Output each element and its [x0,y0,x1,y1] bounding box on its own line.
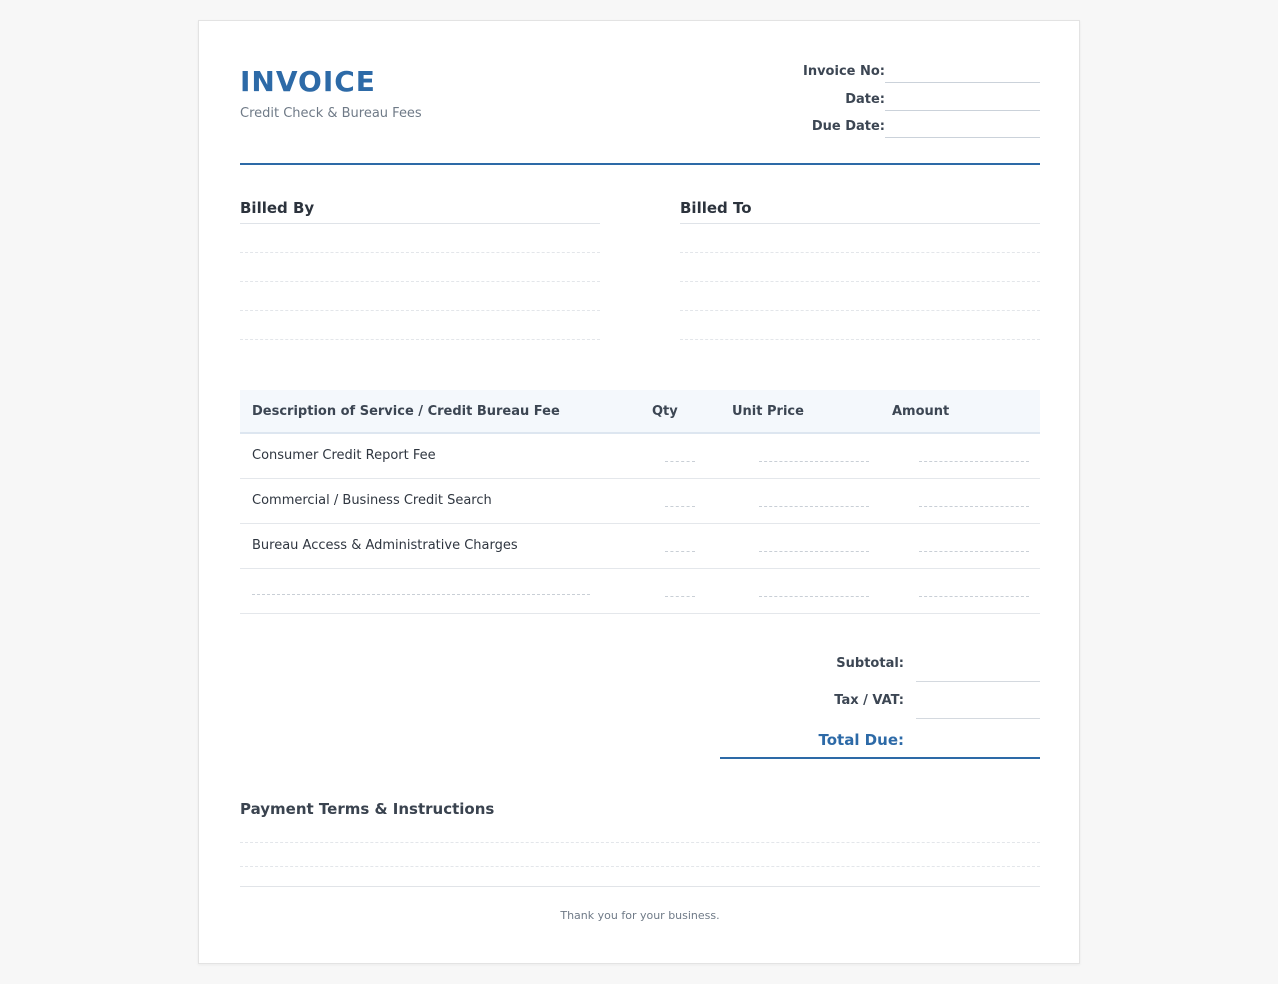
billed-to-title: Billed To [680,199,1040,224]
payment-terms-line[interactable] [240,866,1040,867]
tax-label: Tax / VAT: [834,693,904,708]
qty-field[interactable] [665,551,695,552]
subtotal-row: Subtotal: [720,649,1040,686]
invoice-page: INVOICE Credit Check & Bureau Fees Invoi… [198,20,1080,964]
payment-terms-line[interactable] [240,842,1040,843]
subtotal-field[interactable] [916,681,1040,682]
total-due-label: Total Due: [818,731,904,749]
tax-field[interactable] [916,718,1040,719]
qty-field[interactable] [665,506,695,507]
table-row: Consumer Credit Report Fee [240,434,1040,479]
qty-column-header: Qty [652,404,678,419]
due-date-field[interactable] [885,137,1040,138]
unit-price-column-header: Unit Price [732,404,804,419]
line-items-table: Description of Service / Credit Bureau F… [240,390,1040,614]
amount-field[interactable] [919,596,1029,597]
billed-by-line[interactable] [240,282,600,311]
row-description: Commercial / Business Credit Search [252,493,492,508]
billed-to-line[interactable] [680,224,1040,253]
subtotal-label: Subtotal: [836,656,904,671]
billed-by-line[interactable] [240,224,600,253]
total-due-field[interactable] [720,757,1040,759]
invoice-title: INVOICE [240,65,376,98]
payment-terms-title: Payment Terms & Instructions [240,800,495,818]
amount-field[interactable] [919,506,1029,507]
unit-price-field[interactable] [759,506,869,507]
invoice-date-label: Date: [845,91,885,107]
unit-price-field[interactable] [759,551,869,552]
header-divider [240,163,1040,165]
billed-by-line[interactable] [240,311,600,340]
table-row: Commercial / Business Credit Search [240,479,1040,524]
unit-price-field[interactable] [759,461,869,462]
qty-field[interactable] [665,461,695,462]
due-date-label: Due Date: [811,119,885,134]
unit-price-field[interactable] [759,596,869,597]
total-due-row: Total Due: [720,723,1040,760]
description-field[interactable] [252,594,590,595]
description-column-header: Description of Service / Credit Bureau F… [252,404,560,419]
billed-by-line[interactable] [240,253,600,282]
invoice-date-row: Date: [800,92,1040,120]
billed-to-line[interactable] [680,311,1040,340]
row-description: Bureau Access & Administrative Charges [252,538,518,553]
billed-to-line[interactable] [680,282,1040,311]
billed-by-section: Billed By [240,199,600,340]
amount-field[interactable] [919,461,1029,462]
billed-by-title: Billed By [240,199,600,224]
invoice-meta: Invoice No: Date: Due Date: [800,64,1040,147]
row-description: Consumer Credit Report Fee [252,448,436,463]
billed-to-section: Billed To [680,199,1040,340]
tax-row: Tax / VAT: [720,686,1040,723]
amount-column-header: Amount [892,404,950,419]
invoice-date-field[interactable] [885,109,1040,111]
billed-to-line[interactable] [680,253,1040,282]
invoice-number-row: Invoice No: [800,64,1040,92]
table-header: Description of Service / Credit Bureau F… [240,390,1040,434]
invoice-number-field[interactable] [885,82,1040,83]
thank-you-note: Thank you for your business. [560,909,720,922]
totals-section: Subtotal: Tax / VAT: Total Due: [720,649,1040,760]
due-date-row: Due Date: [800,119,1040,147]
amount-field[interactable] [919,551,1029,552]
table-row [240,569,1040,614]
table-row: Bureau Access & Administrative Charges [240,524,1040,569]
invoice-number-label: Invoice No: [802,64,885,79]
invoice-subtitle: Credit Check & Bureau Fees [240,106,422,121]
footer-divider [240,886,1040,887]
qty-field[interactable] [665,596,695,597]
